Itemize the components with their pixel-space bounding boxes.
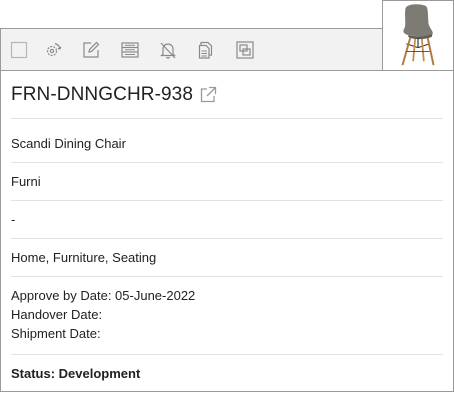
product-name: Scandi Dining Chair	[11, 136, 126, 151]
divider	[11, 238, 443, 239]
divider	[11, 354, 443, 355]
open-external-link[interactable]	[199, 86, 217, 104]
checkbox-icon	[10, 41, 28, 59]
notifications-off-button[interactable]	[158, 40, 178, 60]
copy-icon	[198, 41, 213, 59]
brand-name: Furni	[11, 174, 41, 189]
product-toolbar	[1, 29, 383, 71]
list-icon	[121, 42, 139, 58]
divider	[11, 118, 443, 119]
divider	[11, 200, 443, 201]
empty-field-value: -	[11, 212, 16, 227]
select-checkbox[interactable]	[9, 40, 29, 60]
shipment-date: Shipment Date:	[11, 326, 101, 341]
list-button[interactable]	[120, 40, 140, 60]
sync-settings-button[interactable]	[43, 40, 63, 60]
product-title-row: FRN-DNNGCHR-938	[11, 84, 217, 106]
external-link-icon	[200, 86, 217, 103]
handover-date: Handover Date:	[11, 307, 103, 322]
approve-by-date: Approve by Date: 05-June-2022	[11, 288, 196, 303]
gear-refresh-icon	[46, 42, 62, 57]
divider	[11, 162, 443, 163]
product-code: FRN-DNNGCHR-938	[11, 84, 194, 105]
resize-icon	[236, 41, 254, 59]
dates-block: Approve by Date: 05-June-2022 Handover D…	[11, 286, 443, 343]
bell-off-icon	[160, 42, 176, 59]
copy-button[interactable]	[196, 40, 216, 60]
resize-button[interactable]	[235, 40, 255, 60]
edit-button[interactable]	[81, 40, 101, 60]
product-image[interactable]	[382, 0, 454, 71]
chair-image-icon	[401, 4, 435, 66]
category-path: Home, Furniture, Seating	[11, 250, 157, 265]
status-text: Status: Development	[11, 366, 141, 381]
edit-icon	[83, 41, 100, 58]
divider	[11, 276, 443, 277]
